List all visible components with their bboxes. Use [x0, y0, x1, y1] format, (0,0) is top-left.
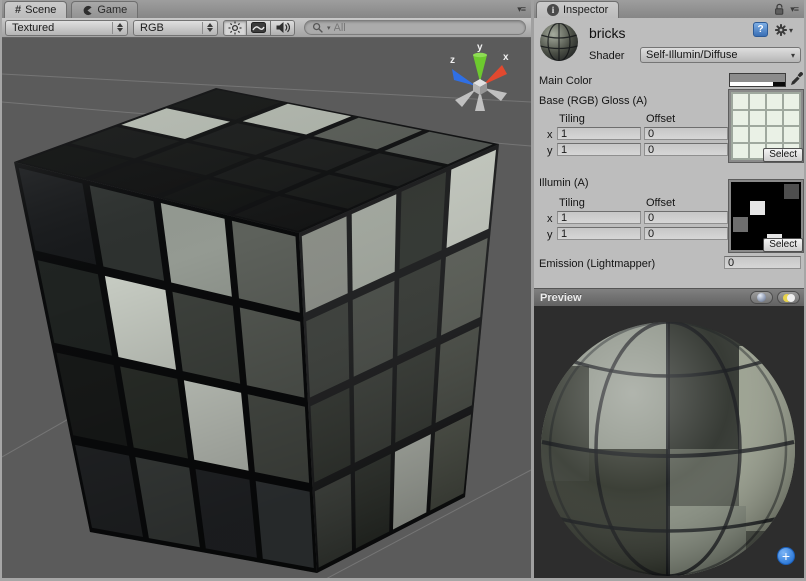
- preview-lighting-button[interactable]: [777, 291, 800, 304]
- game-pacman-icon: [82, 5, 93, 16]
- shader-value: Self-Illumin/Diffuse: [646, 49, 738, 61]
- help-button[interactable]: ?: [753, 22, 768, 37]
- scene-view-toggles: [223, 20, 295, 36]
- speaker-icon: [275, 21, 290, 34]
- shader-dropdown[interactable]: Self-Illumin/Diffuse ▾: [640, 47, 801, 63]
- audio-toggle-button[interactable]: [271, 20, 295, 36]
- gizmo-y-cone-base: [473, 53, 487, 57]
- color-mode-dropdown[interactable]: RGB: [133, 20, 218, 36]
- base-tiling-y-field[interactable]: [557, 143, 641, 156]
- gizmo-center-cube[interactable]: [473, 79, 487, 95]
- preview-mesh-button[interactable]: [750, 291, 773, 304]
- base-tiling-x-field[interactable]: [557, 127, 641, 140]
- base-texture-label: Base (RGB) Gloss (A): [539, 95, 647, 107]
- main-color-swatch[interactable]: [729, 73, 786, 87]
- gizmo-z-label: z: [450, 55, 455, 66]
- illumin-offset-label: Offset: [646, 197, 675, 209]
- base-select-button[interactable]: Select: [763, 148, 803, 162]
- gizmo-x-axis[interactable]: [483, 65, 507, 85]
- base-offset-label: Offset: [646, 113, 675, 125]
- illumin-texture-thumbnail[interactable]: Select: [729, 180, 803, 252]
- image-icon: [251, 22, 266, 33]
- gizmo-y-label: y: [477, 42, 483, 53]
- tab-inspector[interactable]: i Inspector: [536, 1, 619, 18]
- preview-header[interactable]: Preview: [534, 288, 804, 306]
- preview-title: Preview: [540, 292, 582, 304]
- illumin-offset-y-field[interactable]: [644, 227, 728, 240]
- inspector-panel: i Inspector ▾≡: [534, 0, 804, 578]
- render-mode-dropdown[interactable]: Textured: [5, 20, 128, 36]
- material-sphere-thumbnail: [538, 21, 580, 63]
- preview-sphere: [534, 306, 804, 578]
- main-color-alpha-bar: [730, 82, 785, 86]
- context-menu-button[interactable]: ▾: [774, 23, 793, 37]
- emission-label: Emission (Lightmapper): [539, 258, 655, 270]
- base-y-label: y: [547, 145, 553, 157]
- illumin-offset-x-field[interactable]: [644, 211, 728, 224]
- gear-icon: [774, 23, 788, 37]
- scene-viewport[interactable]: y x z: [2, 38, 531, 578]
- scene-panel: # Scene Game ▾≡ Textured RGB: [2, 0, 531, 578]
- scene-toolbar: Textured RGB: [2, 18, 531, 38]
- scene-search-field[interactable]: ▾: [304, 20, 526, 35]
- base-offset-x-field[interactable]: [644, 127, 728, 140]
- base-texture-thumbnail[interactable]: Select: [729, 90, 803, 162]
- lighting-toggle-button[interactable]: [223, 20, 247, 36]
- eyedropper-icon[interactable]: [790, 71, 804, 86]
- info-icon: i: [547, 4, 559, 16]
- search-filter-caret-icon[interactable]: ▾: [327, 24, 331, 32]
- material-name: bricks: [589, 25, 626, 41]
- search-icon: [312, 22, 324, 34]
- emission-field[interactable]: [724, 256, 801, 269]
- color-mode-value: RGB: [140, 22, 164, 34]
- inspector-panel-menu-icon[interactable]: ▾≡: [790, 4, 798, 15]
- skybox-toggle-button[interactable]: [247, 20, 271, 36]
- search-input[interactable]: [334, 22, 518, 34]
- scene-grid-icon: #: [15, 4, 21, 16]
- updown-arrows-icon: [202, 22, 213, 34]
- sun-icon: [228, 21, 242, 35]
- sphere-icon: [757, 293, 766, 302]
- tab-inspector-label: Inspector: [563, 4, 608, 16]
- updown-arrows-icon: [112, 22, 123, 34]
- preview-viewport[interactable]: +: [534, 306, 804, 578]
- base-tiling-label: Tiling: [559, 113, 585, 125]
- scene-panel-menu-icon[interactable]: ▾≡: [517, 4, 525, 15]
- gizmo-z-axis[interactable]: [452, 69, 476, 86]
- main-color-swatch-fill: [730, 74, 785, 82]
- gizmo-y-axis[interactable]: [473, 55, 487, 82]
- tab-scene-label: Scene: [25, 4, 56, 16]
- chevron-down-icon: ▾: [791, 51, 795, 60]
- unity-editor-window: # Scene Game ▾≡ Textured RGB: [0, 0, 806, 581]
- base-offset-y-field[interactable]: [644, 143, 728, 156]
- gear-caret-icon: ▾: [789, 26, 793, 35]
- render-mode-value: Textured: [12, 22, 54, 34]
- orientation-gizmo[interactable]: y x z: [449, 40, 513, 120]
- tab-scene[interactable]: # Scene: [4, 1, 67, 18]
- illumin-y-label: y: [547, 229, 553, 241]
- inspector-tabstrip: i Inspector ▾≡: [534, 0, 804, 18]
- shader-label: Shader: [589, 50, 624, 62]
- preview-add-button[interactable]: +: [777, 547, 795, 565]
- illumin-tiling-x-field[interactable]: [557, 211, 641, 224]
- lock-icon[interactable]: [774, 3, 785, 15]
- light-white-icon: [787, 294, 795, 302]
- illumin-tiling-y-field[interactable]: [557, 227, 641, 240]
- illumin-texture-label: Illumin (A): [539, 177, 589, 189]
- illumin-tiling-label: Tiling: [559, 197, 585, 209]
- gizmo-x-label: x: [503, 52, 509, 63]
- base-x-label: x: [547, 129, 553, 141]
- material-inspector: bricks Shader Self-Illumin/Diffuse ▾ ?: [534, 18, 804, 288]
- tab-game-label: Game: [97, 4, 127, 16]
- illumin-select-button[interactable]: Select: [763, 238, 803, 252]
- tab-game[interactable]: Game: [71, 1, 138, 18]
- main-color-label: Main Color: [539, 75, 592, 87]
- illumin-x-label: x: [547, 213, 553, 225]
- scene-tabstrip: # Scene Game ▾≡: [2, 0, 531, 18]
